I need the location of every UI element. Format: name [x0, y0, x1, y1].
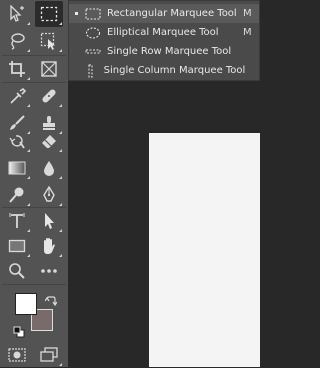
lasso-tool-button[interactable] [3, 28, 31, 54]
hand-icon [44, 238, 55, 254]
crop-icon [9, 61, 25, 77]
type-icon [9, 213, 25, 228]
gradient-icon [8, 161, 26, 175]
ellipsis-icon [41, 269, 57, 273]
pen-icon [43, 186, 55, 202]
flyout-item-label: Rectangular Marquee Tool [107, 8, 237, 19]
default-colors-icon [13, 326, 25, 338]
marquee-tools-flyout: Rectangular Marquee Tool M Elliptical Ma… [68, 0, 260, 81]
frame-tool-button[interactable] [35, 56, 63, 82]
dodge-icon [9, 187, 24, 203]
shortcut-key: M [243, 27, 252, 38]
flyout-item-single-row-marquee[interactable]: Single Row Marquee Tool [69, 42, 259, 61]
flyout-item-single-column-marquee[interactable]: Single Column Marquee Tool [69, 61, 259, 80]
pen-tool-button[interactable] [35, 182, 63, 208]
rectangular-marquee-icon [83, 7, 103, 21]
history-brush-icon [9, 135, 25, 149]
hand-tool-button[interactable] [35, 233, 63, 259]
flyout-item-label: Single Row Marquee Tool [107, 46, 232, 57]
move-icon [10, 5, 24, 22]
path-selection-tool-button[interactable] [35, 208, 63, 234]
quick-mask-button[interactable] [3, 342, 31, 368]
rectangle-tool-button[interactable] [3, 233, 31, 259]
selected-bullet [75, 12, 78, 15]
object-selection-icon [40, 32, 55, 50]
eraser-tool-button[interactable] [35, 128, 63, 154]
eyedropper-tool-button[interactable] [3, 83, 31, 109]
quick-mask-icon [8, 348, 26, 362]
zoom-tool-button[interactable] [3, 258, 31, 284]
screen-mode-button[interactable] [35, 342, 63, 368]
arrow-icon [45, 213, 54, 229]
lasso-icon [11, 33, 25, 50]
zoom-icon [9, 263, 25, 279]
marquee-icon [40, 6, 58, 22]
healing-brush-tool-button[interactable] [35, 83, 63, 109]
swap-colors-button[interactable] [44, 292, 58, 311]
more-tools-button[interactable] [35, 258, 63, 284]
tools-panel [0, 0, 68, 367]
rectangular-marquee-tool-button[interactable] [35, 1, 63, 27]
dodge-tool-button[interactable] [3, 182, 31, 208]
flyout-item-rectangular-marquee[interactable]: Rectangular Marquee Tool M [69, 4, 259, 23]
eraser-icon [42, 135, 56, 148]
move-tool-button[interactable] [3, 1, 31, 27]
shortcut-key: M [243, 8, 252, 19]
elliptical-marquee-icon [83, 26, 103, 40]
document-canvas[interactable] [149, 133, 260, 367]
default-colors-button[interactable] [13, 323, 25, 342]
crop-tool-button[interactable] [3, 56, 31, 82]
bandage-icon [42, 89, 56, 103]
single-column-marquee-icon [83, 64, 100, 78]
eyedropper-icon [10, 87, 26, 104]
gradient-tool-button[interactable] [3, 155, 31, 181]
blur-tool-button[interactable] [35, 155, 63, 181]
single-row-marquee-icon [83, 45, 103, 59]
object-selection-tool-button[interactable] [35, 28, 63, 54]
swap-arrows-icon [44, 296, 58, 307]
flyout-item-label: Single Column Marquee Tool [103, 65, 246, 76]
foreground-color-swatch[interactable] [15, 293, 37, 315]
flyout-item-elliptical-marquee[interactable]: Elliptical Marquee Tool M [69, 23, 259, 42]
drop-icon [44, 161, 54, 176]
screen-mode-icon [40, 347, 58, 362]
type-tool-button[interactable] [3, 208, 31, 234]
flyout-item-label: Elliptical Marquee Tool [107, 27, 219, 38]
frame-icon [41, 61, 57, 77]
rectangle-icon [8, 239, 26, 253]
history-brush-tool-button[interactable] [3, 128, 31, 154]
